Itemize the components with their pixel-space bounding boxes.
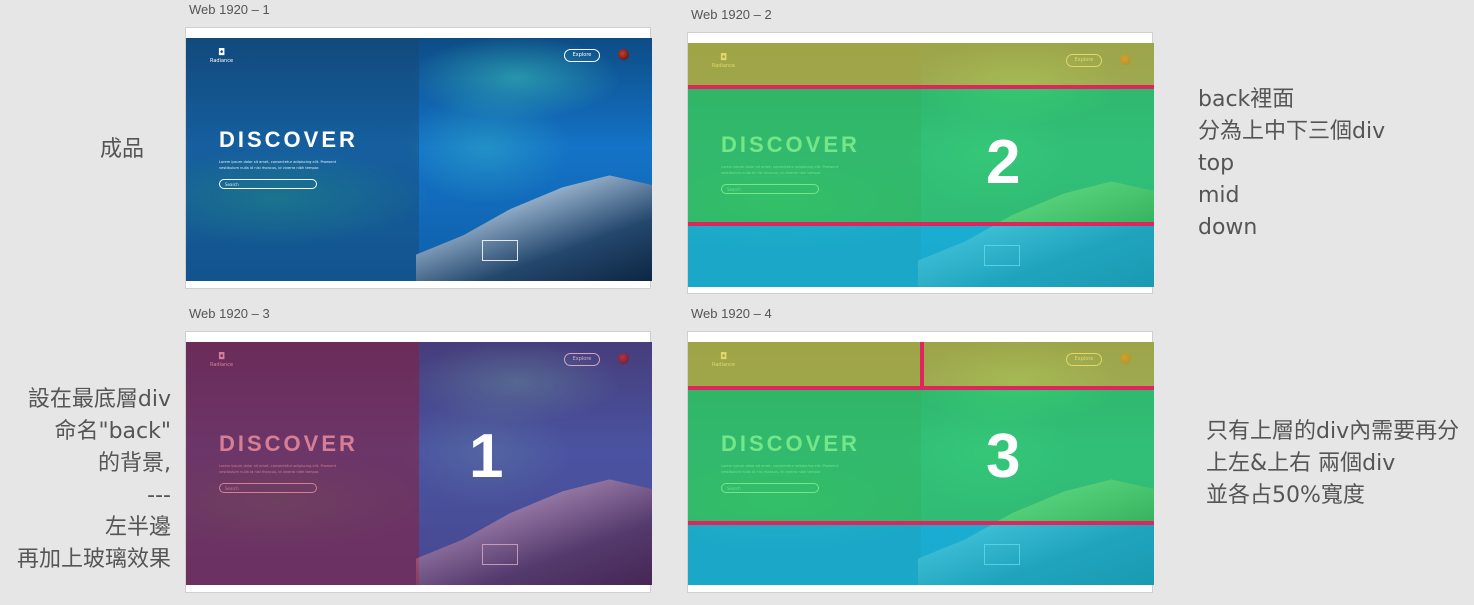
- avatar[interactable]: [618, 49, 629, 60]
- divider-line: [688, 521, 1154, 525]
- thumbnail-frame[interactable]: [482, 240, 518, 261]
- artboard-2[interactable]: ◘Radiance Explore DISCOVER Lorem ipsum d…: [687, 32, 1154, 294]
- hero-screenshot: ◘Radiance Explore DISCOVER Lorem ipsum d…: [186, 342, 652, 585]
- mid-div: [688, 388, 1154, 524]
- hero-title: DISCOVER: [219, 127, 358, 152]
- note-back-split: back裡面 分為上中下三個div top mid down: [1198, 87, 1386, 240]
- overlay-number: 3: [986, 422, 1021, 491]
- div-overlay: [688, 342, 1154, 585]
- hero-text: Lorem ipsum dolor sit amet, consectetur …: [219, 160, 337, 170]
- back-left-glass: [186, 342, 419, 585]
- top-split-line: [920, 342, 924, 388]
- artboard-label-2: Web 1920 – 2: [691, 7, 772, 22]
- artboard-4[interactable]: ◘Radiance Explore DISCOVER Lorem ipsum d…: [687, 331, 1154, 593]
- mid-div: [688, 86, 1154, 224]
- camera-icon: ◘: [217, 48, 226, 58]
- hero-screenshot: ◘Radiance Explore DISCOVER Lorem ipsum d…: [688, 43, 1154, 287]
- mountain-image: [416, 175, 652, 281]
- hero-screenshot: ◘Radiance Explore DISCOVER Lorem ipsum d…: [186, 38, 652, 281]
- artboard-1[interactable]: ◘ Radiance Explore DISCOVER Lorem ipsum d…: [185, 27, 652, 289]
- divider-line: [688, 222, 1154, 226]
- note-back-layer: 設在最底層div 命名"back" 的背景, --- 左半邊 再加上玻璃效果: [16, 387, 171, 572]
- back-right: [419, 342, 652, 585]
- top-div: [688, 43, 1154, 86]
- down-div: [688, 524, 1154, 585]
- hero-screenshot: ◘Radiance Explore DISCOVER Lorem ipsum d…: [688, 342, 1154, 585]
- brand-logo: ◘Radiance: [210, 48, 234, 64]
- search-input[interactable]: Search: [219, 179, 317, 189]
- artboard-label-1: Web 1920 – 1: [189, 2, 270, 17]
- divider-line: [688, 85, 1154, 89]
- overlay-number: 1: [469, 422, 504, 491]
- artboard-label-3: Web 1920 – 3: [189, 306, 270, 321]
- overlay-number: 2: [986, 128, 1021, 197]
- back-div-overlay: [186, 342, 652, 585]
- note-top-split: 只有上層的div內需要再分 上左&上右 兩個div 並各占50%寬度: [1206, 419, 1460, 508]
- artboard-label-4: Web 1920 – 4: [691, 306, 772, 321]
- div-overlay: [688, 43, 1154, 287]
- note-finished: 成品: [100, 137, 145, 162]
- down-div: [688, 224, 1154, 287]
- explore-button[interactable]: Explore: [564, 49, 600, 62]
- artboard-3[interactable]: ◘Radiance Explore DISCOVER Lorem ipsum d…: [185, 331, 652, 593]
